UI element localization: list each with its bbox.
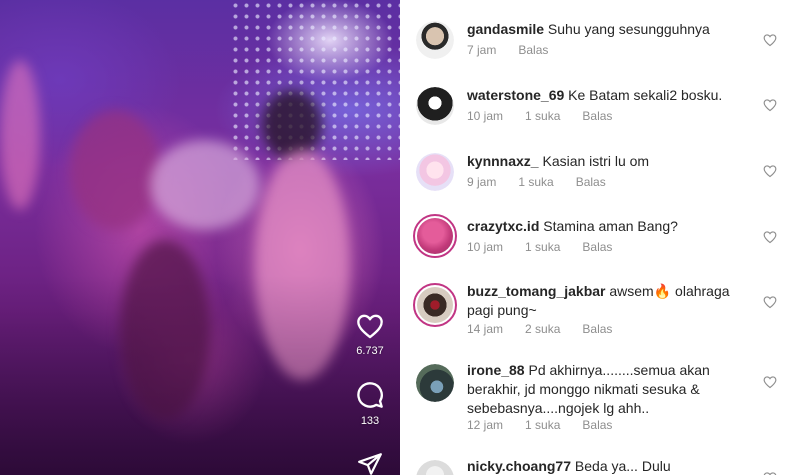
comment-username[interactable]: waterstone_69 (467, 87, 564, 103)
comment-time: 14 jam (467, 322, 504, 336)
comment-text: Ke Batam sekali2 bosku. (568, 87, 723, 103)
comment-time: 9 jam (467, 175, 497, 189)
comment-text-block: waterstone_69 Ke Batam sekali2 bosku. (467, 86, 757, 105)
avatar[interactable] (416, 21, 454, 59)
reel-video[interactable]: 6.737 133 (0, 0, 400, 475)
small-heart-icon[interactable] (763, 375, 777, 389)
dancer-figure (70, 110, 160, 230)
comment-text: Beda ya... Dulu (574, 458, 671, 474)
comment-meta: 9 jam 1 suka Balas (467, 175, 628, 189)
comment-text-block: kynnnaxz_ Kasian istri lu om (467, 152, 757, 171)
comment-like-count[interactable]: 2 suka (525, 322, 560, 336)
comment-count: 133 (360, 415, 380, 427)
comment-meta: 12 jam 1 suka Balas (467, 418, 634, 432)
reply-button[interactable]: Balas (582, 322, 612, 336)
comment-username[interactable]: crazytxc.id (467, 218, 539, 234)
reply-button[interactable]: Balas (582, 240, 612, 254)
reply-button[interactable]: Balas (582, 418, 612, 432)
comments-panel: gandasmile Suhu yang sesungguhnya 7 jam B… (400, 0, 800, 475)
like-count: 6.737 (356, 345, 384, 357)
avatar[interactable] (416, 153, 454, 191)
comment-username[interactable]: gandasmile (467, 21, 544, 37)
comment-username[interactable]: irone_88 (467, 362, 525, 378)
comment-text-block: buzz_tomang_jakbar awsem🔥 olahraga pagi … (467, 282, 752, 320)
avatar[interactable] (416, 460, 454, 475)
share-action (340, 451, 400, 475)
dancer-figure (262, 90, 322, 160)
small-heart-icon[interactable] (763, 230, 777, 244)
comment-time: 12 jam (467, 418, 504, 432)
comment-username[interactable]: buzz_tomang_jakbar (467, 283, 605, 299)
small-heart-icon[interactable] (763, 164, 777, 178)
comment-time: 10 jam (467, 240, 504, 254)
comment-bubble-icon[interactable] (340, 381, 400, 409)
reply-button[interactable]: Balas (582, 109, 612, 123)
reply-button[interactable]: Balas (576, 175, 606, 189)
avatar[interactable] (416, 364, 454, 402)
reply-button[interactable]: Balas (518, 43, 548, 57)
comment-like-count[interactable]: 1 suka (518, 175, 553, 189)
like-action: 6.737 (340, 313, 400, 357)
comment-text-block: crazytxc.id Stamina aman Bang? (467, 217, 757, 236)
comment-text: Kasian istri lu om (542, 153, 650, 169)
send-icon[interactable] (340, 451, 400, 475)
comment-username[interactable]: nicky.choang77 (467, 458, 571, 474)
comment-like-count[interactable]: 1 suka (525, 109, 560, 123)
comment-text: Suhu yang sesungguhnya (547, 21, 710, 37)
comment-text-block: nicky.choang77 Beda ya... Dulu (467, 457, 757, 475)
small-heart-icon[interactable] (763, 471, 777, 475)
small-heart-icon[interactable] (763, 98, 777, 112)
comment-time: 7 jam (467, 43, 497, 57)
avatar[interactable] (413, 283, 457, 327)
comment-meta: 10 jam 1 suka Balas (467, 109, 634, 123)
comment-action: 133 (340, 381, 400, 427)
comment-like-count[interactable]: 1 suka (525, 240, 560, 254)
comment-like-count[interactable]: 1 suka (525, 418, 560, 432)
dancer-figure (150, 140, 260, 230)
comment-text-block: gandasmile Suhu yang sesungguhnya (467, 20, 757, 39)
comment-meta: 10 jam 1 suka Balas (467, 240, 634, 254)
comment-time: 10 jam (467, 109, 504, 123)
reel-actions: 6.737 133 (340, 0, 400, 475)
dancer-figure (0, 60, 40, 210)
small-heart-icon[interactable] (763, 295, 777, 309)
avatar[interactable] (416, 87, 454, 125)
avatar[interactable] (413, 214, 457, 258)
small-heart-icon[interactable] (763, 33, 777, 47)
comment-text: Stamina aman Bang? (543, 218, 678, 234)
comment-meta: 14 jam 2 suka Balas (467, 322, 634, 336)
heart-icon[interactable] (340, 313, 400, 339)
comment-text-block: irone_88 Pd akhirnya........semua akan b… (467, 361, 747, 418)
comment-username[interactable]: kynnnaxz_ (467, 153, 539, 169)
comment-meta: 7 jam Balas (467, 43, 570, 57)
